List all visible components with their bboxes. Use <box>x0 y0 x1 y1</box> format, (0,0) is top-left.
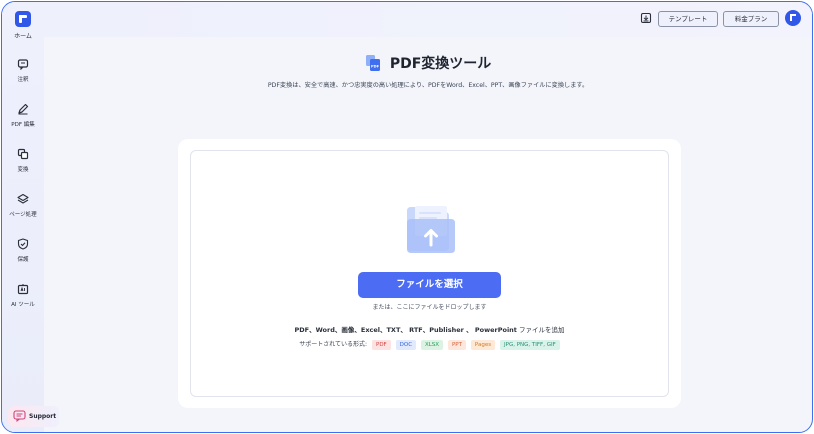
sidebar-item-ai-tools[interactable]: AI ツール <box>2 283 44 323</box>
account-avatar[interactable] <box>785 10 801 26</box>
folder-upload-icon <box>407 206 455 253</box>
sidebar-item-label: AI ツール <box>11 302 35 308</box>
download-icon[interactable] <box>640 12 652 24</box>
supported-formats-label: サポートされている形式: <box>299 341 368 348</box>
sidebar-item-annotate[interactable]: 注釈 <box>2 58 44 98</box>
file-drop-zone[interactable]: ファイルを選択 または、ここにファイルをドロップします PDF、Word、画像、… <box>190 150 669 397</box>
shield-icon <box>17 238 29 250</box>
pdf-icon-text: PDF <box>371 64 380 68</box>
template-button[interactable]: テンプレート <box>658 11 718 27</box>
support-label: Support <box>29 413 57 420</box>
convert-icon <box>17 148 29 160</box>
sidebar: ホーム 注釈 PDF 編集 変換 ページ処理 保護 AI ツール Support <box>2 2 59 432</box>
accepted-formats-list: PDF、Word、画像、Excel、TXT、 RTF、Publisher 、 P… <box>294 326 517 334</box>
format-badge: JPG, PNG, TIFF, GIF <box>500 339 560 350</box>
layers-icon <box>17 193 29 204</box>
sidebar-item-convert[interactable]: 変換 <box>2 148 44 188</box>
sidebar-item-home[interactable]: ホーム <box>2 31 44 40</box>
page-title: PDF変換ツール <box>389 55 492 72</box>
accepted-formats-suffix: ファイルを追加 <box>516 326 565 334</box>
pricing-button[interactable]: 料金プラン <box>723 11 779 27</box>
sidebar-item-label: 保護 <box>17 257 29 263</box>
comment-icon <box>17 59 29 70</box>
edit-icon <box>18 103 29 115</box>
top-bar: テンプレート 料金プラン <box>44 2 812 37</box>
format-badge: DOC <box>395 339 417 350</box>
drop-hint: または、ここにファイルをドロップします <box>372 304 487 311</box>
page-header: PDF PDF変換ツール <box>44 52 812 72</box>
sidebar-item-label: ページ処理 <box>9 212 37 218</box>
pdf-convert-icon: PDF <box>365 54 381 72</box>
support-button[interactable]: Support <box>8 406 59 427</box>
sidebar-item-protect[interactable]: 保護 <box>2 238 44 278</box>
format-badge: PDF <box>372 339 391 350</box>
supported-formats: サポートされている形式: PDF DOC XLSX PPT Pages JPG,… <box>191 339 668 350</box>
sidebar-item-label: PDF 編集 <box>11 122 35 128</box>
sidebar-item-page-processing[interactable]: ページ処理 <box>2 193 44 233</box>
format-badge: PPT <box>447 339 466 350</box>
sidebar-item-pdf-edit[interactable]: PDF 編集 <box>2 103 44 143</box>
select-file-button[interactable]: ファイルを選択 <box>358 272 501 298</box>
chat-icon <box>13 410 26 422</box>
accepted-formats: PDF、Word、画像、Excel、TXT、 RTF、Publisher 、 P… <box>191 324 668 334</box>
app-logo-icon[interactable] <box>15 11 31 27</box>
format-badge: XLSX <box>420 339 444 350</box>
ai-icon <box>17 284 29 295</box>
app-window: ホーム 注釈 PDF 編集 変換 ページ処理 保護 AI ツール Support… <box>1 1 813 433</box>
page-subtitle: PDF変換は、安全で高速、かつ忠実度の高い処理により、PDFをWord、Exce… <box>267 82 589 89</box>
sidebar-item-label: 注釈 <box>17 77 29 83</box>
sidebar-item-label: 変換 <box>17 167 29 173</box>
format-badge: Pages <box>470 339 496 350</box>
upload-card: ファイルを選択 または、ここにファイルをドロップします PDF、Word、画像、… <box>178 139 681 408</box>
